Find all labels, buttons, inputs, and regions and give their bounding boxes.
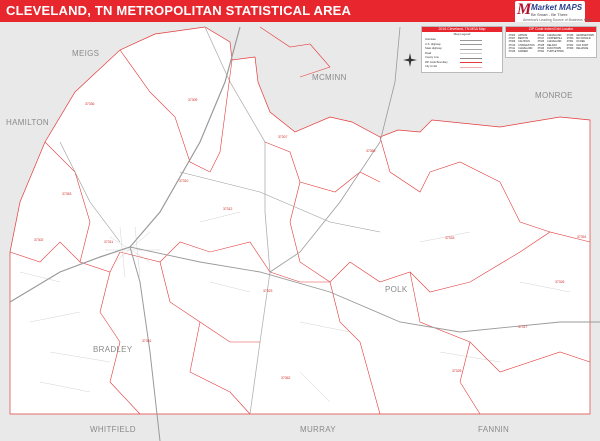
table-row: 37333 FARNER 37391 TURTLETOWN [508,50,564,54]
zip-label: 37312 [223,207,233,211]
zip-label: 37361 [142,339,152,343]
zip-label: 37326 [555,280,565,284]
legend-swatch [460,48,482,50]
zip-label: 37353 [62,192,72,196]
legend-swatch [460,66,482,68]
zip-label: 37391 [577,235,587,239]
map-title: CLEVELAND, TN METROPOLITAN STATISTICAL A… [6,3,352,18]
zip-label: 37323 [263,289,273,293]
zip-label: 37307 [278,135,288,139]
legend-swatch [460,53,482,54]
zip-label: 37362 [281,376,291,380]
zip-label: 37333 [445,236,455,240]
zip-label: 37369 [366,149,376,153]
map-header: CLEVELAND, TN METROPOLITAN STATISTICAL A… [0,0,600,25]
legend-row: U.S. Highway [425,42,441,46]
map-legend-panel: 2016 Cleveland, TN MSA Map Map Legend In… [421,26,503,73]
county-label-monroe: MONROE [535,91,573,100]
legend-swatch [460,62,482,63]
legend-row: Interstate [425,38,436,41]
zip-label: 37302 [34,238,44,242]
county-label-murray: MURRAY [300,425,336,434]
county-label-bradley: BRADLEY [93,345,133,354]
zip-index-title: ZIP Code Index/Grid Locator [506,27,596,32]
legend-row: ZIP Code Boundary [425,60,448,64]
zip-label: 37317 [518,325,528,329]
zip-label: 37309 [188,98,198,102]
zip-index-table: 37302 APISON 37312 CLEVELAND 37336 GEORGETO… [507,34,596,53]
legend-swatch [460,57,482,59]
legend-row: City Limits [425,65,437,68]
logo-m-mark-icon: M [517,1,532,18]
zip-label: 37325 [452,369,462,373]
county-label-whitfield: WHITFIELD [90,425,136,434]
county-label-polk: POLK [385,285,408,294]
county-label-mcminn: MCMINN [312,73,347,82]
zip-label: 37310 [179,179,189,183]
zip-label: 37311 [104,240,113,244]
county-label-fannin: FANNIN [478,425,509,434]
legend-row: State Highway [425,47,442,50]
legend-row: Road [425,51,432,55]
legend-row: County Line [425,56,439,59]
zip-index-panel: ZIP Code Index/Grid Locator 37302 APISON … [505,26,597,58]
zip-label: 37336 [85,102,95,106]
legend-swatch [460,44,482,45]
legend-subtitle: Map Legend [453,32,471,36]
county-label-meigs: MEIGS [72,49,99,58]
logo-name: Market MAPS [531,3,583,12]
county-label-hamilton: HAMILTON [6,118,49,127]
legend-swatch [460,39,482,41]
logo-tagline: Be Smart - Be There [531,12,568,17]
msa-map[interactable]: MEIGS MCMINN MONROE HAMILTON POLK BRADLE… [0,22,600,441]
